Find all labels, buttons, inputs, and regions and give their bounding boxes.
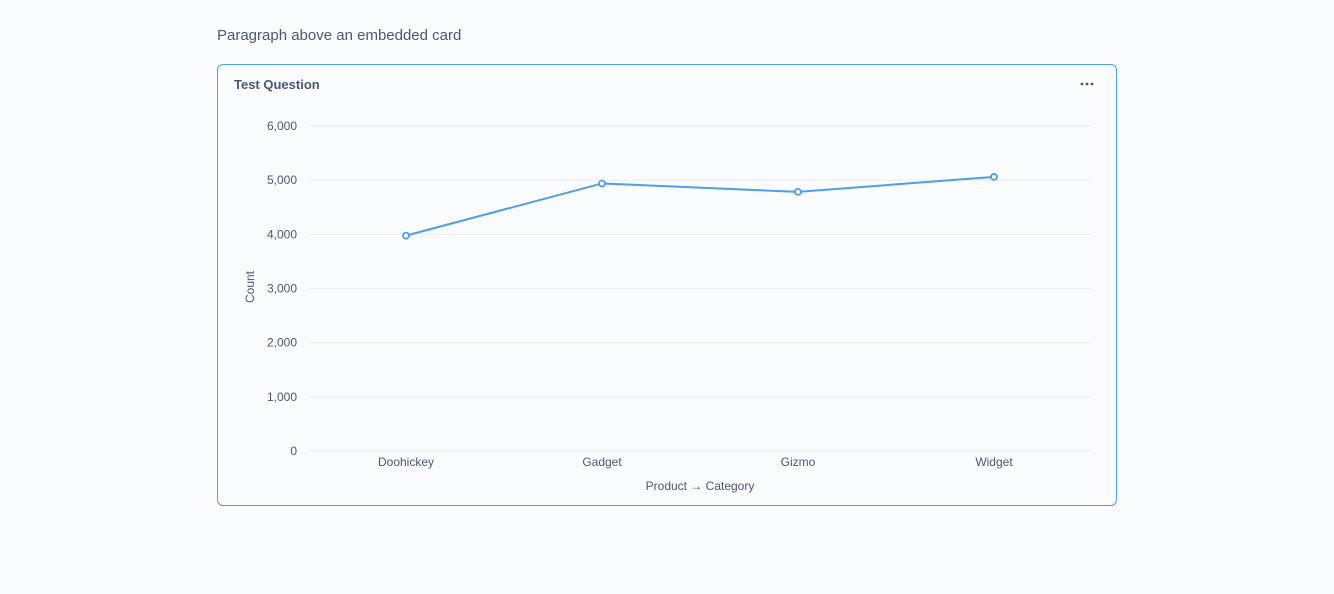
x-tick-label: Gadget — [582, 455, 622, 469]
x-tick-label: Doohickey — [378, 455, 434, 469]
dashboard-page: Paragraph above an embedded card Test Qu… — [0, 0, 1334, 594]
x-tick-label: Widget — [975, 455, 1013, 469]
y-tick-label: 3,000 — [267, 282, 297, 296]
embedded-question-card[interactable]: Test Question 0 1,000 2,000 3,000 4,000 5,000… — [217, 64, 1117, 506]
y-tick-label: 5,000 — [267, 173, 297, 187]
y-tick-label: 4,000 — [267, 227, 297, 241]
y-axis-title: Count — [243, 270, 257, 303]
data-point[interactable] — [794, 187, 802, 196]
y-tick-label: 2,000 — [267, 336, 297, 350]
data-point[interactable] — [990, 172, 998, 181]
chart-gridlines — [308, 125, 1092, 452]
x-axis-title: Product → Category — [646, 479, 755, 493]
text-paragraph: Paragraph above an embedded card — [217, 27, 462, 44]
x-tick-label: Gizmo — [781, 455, 816, 469]
x-axis-ticks: Doohickey Gadget Gizmo Widget — [378, 455, 1013, 469]
data-point[interactable] — [402, 231, 410, 240]
y-tick-label: 6,000 — [267, 119, 297, 133]
y-tick-label: 1,000 — [267, 390, 297, 404]
y-axis-ticks: 0 1,000 2,000 3,000 4,000 5,000 6,000 — [267, 119, 297, 458]
line-chart: 0 1,000 2,000 3,000 4,000 5,000 6,000 Doohicke… — [243, 119, 1092, 493]
y-tick-label: 0 — [290, 444, 297, 458]
data-point[interactable] — [598, 179, 606, 188]
series-line-count — [405, 175, 995, 237]
